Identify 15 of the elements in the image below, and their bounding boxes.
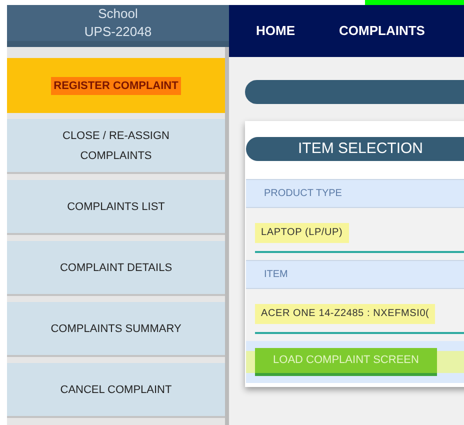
select-value: LAPTOP (LP/UP)	[255, 223, 349, 243]
nav-link[interactable]: COMPLAINTS	[339, 21, 425, 41]
sidebar-item[interactable]: COMPLAINTS SUMMARY	[7, 302, 225, 357]
sidebar-item[interactable]: COMPLAINT DETAILS	[7, 241, 225, 296]
section-title: ITEM SELECTION	[246, 137, 464, 161]
sidebar-item[interactable]: COMPLAINTS LIST	[7, 180, 225, 235]
field-label: PRODUCT TYPE	[246, 179, 464, 208]
sidebar-item[interactable]: CANCEL COMPLAINT	[7, 363, 225, 418]
select-value: ACER ONE 14-Z2485 : NXEFMSI0(	[255, 304, 436, 324]
sidebar-item[interactable]: CLOSE / RE-ASSIGN COMPLAINTS	[7, 119, 225, 174]
field-label: ITEM	[246, 260, 464, 289]
school-code: UPS-22048	[84, 23, 152, 41]
sidebar-item[interactable]: REGISTER COMPLAINT	[7, 58, 225, 113]
school-label: School	[98, 5, 138, 23]
nav-link[interactable]: HOME	[256, 21, 295, 41]
